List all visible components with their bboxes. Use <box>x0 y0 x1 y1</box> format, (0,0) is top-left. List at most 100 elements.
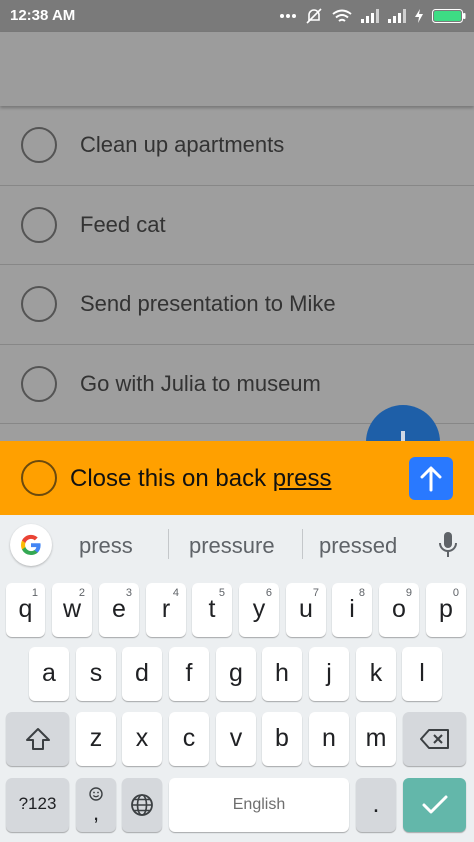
key-t[interactable]: 5t <box>192 583 232 637</box>
key-j[interactable]: j <box>309 647 349 701</box>
key-r[interactable]: 4r <box>146 583 186 637</box>
todo-label: Go with Julia to museum <box>80 370 321 396</box>
symbols-key[interactable]: ?123 <box>6 778 69 832</box>
comma-label: , <box>92 800 100 825</box>
suggestion-divider <box>168 529 169 559</box>
key-w[interactable]: 2w <box>52 583 92 637</box>
key-char: m <box>365 724 387 752</box>
backspace-icon <box>419 729 449 749</box>
todo-item[interactable]: Send presentation to Mike <box>0 265 474 345</box>
suggestion-divider <box>302 529 303 559</box>
enter-key[interactable] <box>403 778 466 832</box>
key-m[interactable]: m <box>356 712 396 766</box>
symbols-label: ?123 <box>18 794 57 813</box>
key-char: g <box>229 659 243 687</box>
key-e[interactable]: 3e <box>99 583 139 637</box>
key-f[interactable]: f <box>169 647 209 701</box>
shift-icon <box>25 728 50 750</box>
key-char: w <box>62 595 82 623</box>
keyboard: press pressure pressed 1q 2w 3e 4r 5t 6y… <box>0 515 474 842</box>
key-char: x <box>135 724 149 752</box>
key-char: h <box>275 659 289 687</box>
key-char: o <box>392 595 406 623</box>
key-i[interactable]: 8i <box>332 583 372 637</box>
key-char: v <box>229 724 243 752</box>
checkmark-icon <box>422 795 447 814</box>
language-key[interactable] <box>122 778 162 832</box>
key-char: q <box>18 595 33 623</box>
key-a[interactable]: a <box>29 647 69 701</box>
suggestion-item[interactable]: pressed <box>319 533 397 559</box>
key-x[interactable]: x <box>122 712 162 766</box>
suggestion-item[interactable]: press <box>79 533 133 559</box>
key-s[interactable]: s <box>76 647 116 701</box>
send-button[interactable] <box>409 457 453 500</box>
key-n[interactable]: n <box>309 712 349 766</box>
status-icons <box>280 8 466 24</box>
status-bar: 12:38 AM <box>0 0 474 32</box>
key-g[interactable]: g <box>216 647 256 701</box>
key-char: u <box>299 595 313 623</box>
wifi-icon <box>332 9 352 22</box>
key-char: y <box>252 595 266 623</box>
battery-icon <box>432 9 466 23</box>
todo-item[interactable]: Clean up apartments <box>0 106 474 186</box>
key-u[interactable]: 7u <box>286 583 326 637</box>
suggestion-item[interactable]: pressure <box>189 533 275 559</box>
todo-checkbox[interactable] <box>21 286 57 323</box>
key-char: a <box>42 659 56 687</box>
status-time: 12:38 AM <box>10 7 76 24</box>
key-b[interactable]: b <box>262 712 302 766</box>
key-char: f <box>185 659 193 687</box>
space-key[interactable]: English <box>169 778 349 832</box>
key-y[interactable]: 6y <box>239 583 279 637</box>
key-k[interactable]: k <box>356 647 396 701</box>
new-todo-composer: Close this on back press <box>0 441 474 515</box>
globe-icon <box>131 794 153 816</box>
key-char: j <box>326 659 332 687</box>
app-header <box>0 32 474 106</box>
todo-label: Feed cat <box>80 211 166 237</box>
google-logo-icon <box>20 534 41 556</box>
key-char: p <box>439 595 453 623</box>
todo-checkbox[interactable] <box>21 206 57 243</box>
key-char: e <box>112 595 126 623</box>
key-char: c <box>182 724 196 752</box>
key-d[interactable]: d <box>122 647 162 701</box>
key-p[interactable]: 0p <box>426 583 466 637</box>
todo-checkbox[interactable] <box>21 127 57 164</box>
key-z[interactable]: z <box>76 712 116 766</box>
key-char: i <box>349 595 355 623</box>
key-char: n <box>322 724 336 752</box>
google-g-icon[interactable] <box>10 524 52 566</box>
key-char: z <box>89 724 103 752</box>
shift-key[interactable] <box>6 712 69 766</box>
key-h[interactable]: h <box>262 647 302 701</box>
silent-mode-icon <box>306 8 322 24</box>
key-o[interactable]: 9o <box>379 583 419 637</box>
mic-icon[interactable] <box>437 530 459 560</box>
key-char: t <box>208 595 216 623</box>
period-key[interactable]: . <box>356 778 396 832</box>
key-char: l <box>419 659 425 687</box>
period-label: . <box>372 790 380 818</box>
composer-checkbox[interactable] <box>21 460 57 496</box>
key-q[interactable]: 1q <box>6 583 45 637</box>
key-char: r <box>161 595 171 623</box>
key-c[interactable]: c <box>169 712 209 766</box>
charging-icon <box>415 9 423 23</box>
todo-item[interactable]: Feed cat <box>0 186 474 265</box>
arrow-up-icon <box>420 466 442 492</box>
key-char: b <box>275 724 289 752</box>
signal-icon <box>361 9 379 23</box>
plus-icon <box>401 431 405 441</box>
new-todo-input[interactable]: Close this on back press <box>70 465 331 493</box>
key-v[interactable]: v <box>216 712 256 766</box>
input-composing-word: press <box>272 465 332 492</box>
backspace-key[interactable] <box>403 712 466 766</box>
emoji-comma-key[interactable]: , <box>76 778 116 832</box>
todo-label: Clean up apartments <box>80 132 285 158</box>
todo-checkbox[interactable] <box>21 365 57 402</box>
key-l[interactable]: l <box>402 647 442 701</box>
todo-list: Clean up apartments Feed cat Send presen… <box>0 106 474 424</box>
